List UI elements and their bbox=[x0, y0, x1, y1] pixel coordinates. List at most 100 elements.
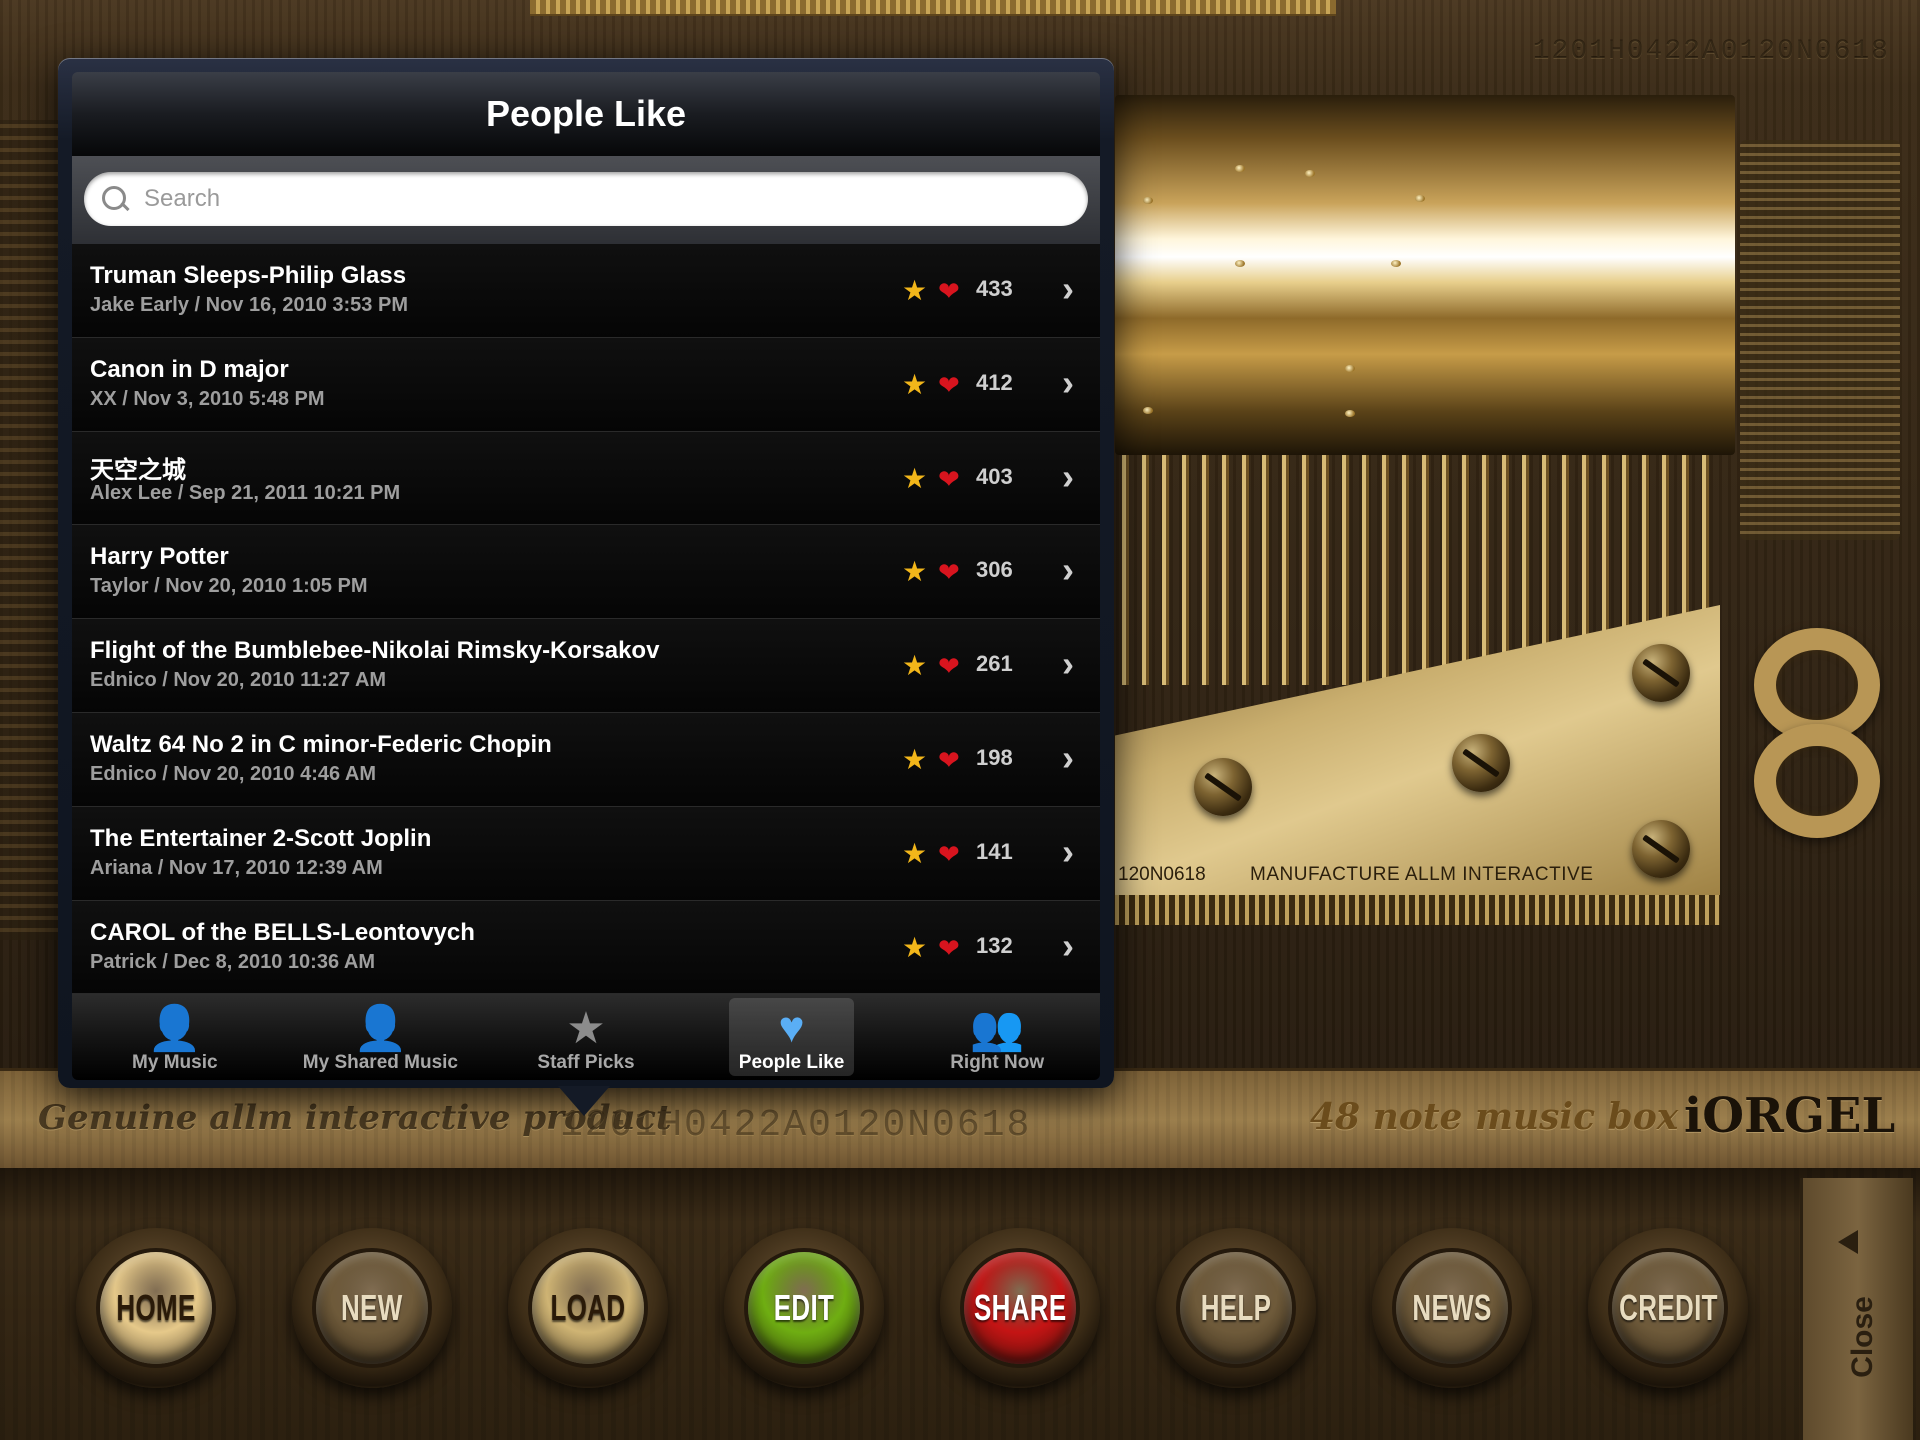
search-input[interactable] bbox=[142, 184, 1046, 214]
tab-people-like[interactable]: ♥ People Like bbox=[689, 994, 895, 1080]
home-button[interactable]: HOME bbox=[76, 1228, 236, 1388]
button-label: SHARE bbox=[973, 1287, 1067, 1328]
heart-icon: ♥ bbox=[778, 1003, 805, 1052]
star-icon: ★ bbox=[902, 556, 928, 588]
people-like-popover: People Like Truman Sleeps-Philip Glass Ja… bbox=[58, 58, 1114, 1088]
share-button[interactable]: SHARE bbox=[940, 1228, 1100, 1388]
chevron-right-icon[interactable]: › bbox=[1062, 549, 1074, 591]
chevron-right-icon[interactable]: › bbox=[1062, 362, 1074, 404]
button-face: CREDIT bbox=[1612, 1252, 1724, 1364]
tab-label: My Music bbox=[132, 1052, 218, 1073]
song-title: 天空之城 bbox=[90, 456, 186, 484]
button-label: NEWS bbox=[1412, 1287, 1492, 1328]
help-button[interactable]: HELP bbox=[1156, 1228, 1316, 1388]
tab-my-shared-music[interactable]: 👤 My Shared Music bbox=[278, 994, 484, 1080]
star-icon: ★ bbox=[902, 462, 928, 494]
button-label: EDIT bbox=[773, 1287, 835, 1328]
right-gear-mechanism bbox=[1740, 140, 1900, 540]
heart-icon: ❤ bbox=[938, 276, 960, 306]
tab-label: People Like bbox=[738, 1052, 845, 1073]
song-title: CAROL of the BELLS-Leontovych bbox=[90, 918, 475, 946]
star-icon: ★ bbox=[902, 275, 928, 306]
heart-icon: ❤ bbox=[938, 744, 960, 775]
top-brass-trim bbox=[530, 0, 1336, 16]
button-label: NEW bbox=[341, 1287, 403, 1328]
note-count-label: 48 note music box bbox=[1310, 1096, 1679, 1138]
button-face: HOME bbox=[100, 1252, 212, 1364]
song-title: Harry Potter bbox=[90, 543, 229, 571]
credit-button[interactable]: CREDIT bbox=[1588, 1228, 1748, 1388]
cylinder-pin bbox=[1235, 260, 1245, 267]
song-title: Truman Sleeps-Philip Glass bbox=[90, 262, 407, 289]
chevron-right-icon[interactable]: › bbox=[1062, 643, 1074, 685]
song-title: The Entertainer 2-Scott Joplin bbox=[90, 824, 432, 852]
new-button[interactable]: NEW bbox=[292, 1228, 452, 1388]
cylinder-pin bbox=[1345, 410, 1355, 417]
song-row[interactable]: Truman Sleeps-Philip Glass Jake Early / N… bbox=[72, 244, 1100, 338]
serial-number-top: 1201H0422A0120N0618 bbox=[1532, 36, 1890, 67]
heart-icon: ❤ bbox=[938, 932, 960, 963]
cylinder-pin bbox=[1415, 195, 1425, 202]
tab-staff-picks[interactable]: ★ Staff Picks bbox=[483, 994, 689, 1080]
screw-icon bbox=[1632, 820, 1690, 878]
button-face: SHARE bbox=[964, 1252, 1076, 1364]
button-label: HELP bbox=[1200, 1287, 1272, 1328]
plate-serial: 120N0618 bbox=[1118, 864, 1206, 885]
like-count: 261 bbox=[976, 651, 1013, 677]
search-icon bbox=[100, 184, 130, 214]
song-row[interactable]: Waltz 64 No 2 in C minor-Federic Chopin E… bbox=[72, 712, 1100, 807]
song-row[interactable]: Harry Potter Taylor / Nov 20, 2010 1:05 P… bbox=[72, 525, 1100, 620]
search-field[interactable] bbox=[84, 172, 1088, 226]
song-meta: Ariana / Nov 17, 2010 12:39 AM bbox=[90, 856, 383, 879]
load-button[interactable]: LOAD bbox=[508, 1228, 668, 1388]
star-icon: ★ bbox=[902, 368, 928, 400]
screw-icon bbox=[1194, 758, 1252, 816]
song-row[interactable]: Flight of the Bumblebee-Nikolai Rimsky-K… bbox=[72, 619, 1100, 713]
like-count: 433 bbox=[976, 276, 1013, 301]
cylinder-pin bbox=[1143, 407, 1153, 414]
close-arrow-icon bbox=[1838, 1230, 1858, 1254]
news-button[interactable]: NEWS bbox=[1372, 1228, 1532, 1388]
song-meta: Alex Lee / Sep 21, 2011 10:21 PM bbox=[90, 481, 401, 504]
heart-icon: ❤ bbox=[938, 557, 960, 588]
tab-right-now[interactable]: 👥 Right Now bbox=[894, 994, 1100, 1080]
star-icon: ★ bbox=[902, 650, 928, 682]
song-meta: Ednico / Nov 20, 2010 4:46 AM bbox=[90, 762, 377, 785]
song-meta: Patrick / Dec 8, 2010 10:36 AM bbox=[90, 950, 375, 973]
brand-logo: iORGEL bbox=[1684, 1088, 1896, 1144]
comb-base bbox=[1115, 895, 1720, 925]
song-row[interactable]: CAROL of the BELLS-Leontovych Patrick / D… bbox=[72, 900, 1100, 994]
cylinder-pin bbox=[1143, 197, 1153, 204]
cylinder-pin bbox=[1305, 170, 1315, 177]
music-box-comb bbox=[1115, 455, 1720, 895]
chevron-right-icon[interactable]: › bbox=[1062, 831, 1074, 873]
chevron-right-icon[interactable]: › bbox=[1062, 737, 1074, 779]
button-face: LOAD bbox=[532, 1252, 644, 1364]
plate-manufacture-text: MANUFACTURE ALLM INTERACTIVE bbox=[1250, 864, 1594, 885]
tab-label: Right Now bbox=[950, 1052, 1045, 1073]
star-icon: ★ bbox=[902, 837, 928, 869]
tab-my-music[interactable]: 👤 My Music bbox=[72, 994, 278, 1080]
popover-arrow bbox=[558, 1086, 610, 1116]
chevron-right-icon[interactable]: › bbox=[1062, 268, 1074, 310]
song-meta: Jake Early / Nov 16, 2010 3:53 PM bbox=[90, 294, 408, 316]
screw-icon bbox=[1452, 734, 1510, 792]
chevron-right-icon[interactable]: › bbox=[1062, 925, 1074, 967]
song-meta: Taylor / Nov 20, 2010 1:05 PM bbox=[90, 575, 368, 598]
music-box-cylinder bbox=[1115, 95, 1735, 455]
like-count: 198 bbox=[976, 744, 1013, 770]
song-row[interactable]: 天空之城 Alex Lee / Sep 21, 2011 10:21 PM ★ ❤ 40… bbox=[72, 431, 1100, 526]
person-icon: 👤 bbox=[147, 1004, 203, 1053]
song-row[interactable]: The Entertainer 2-Scott Joplin Ariana / N… bbox=[72, 806, 1100, 901]
star-icon: ★ bbox=[902, 931, 928, 963]
song-row[interactable]: Canon in D major XX / Nov 3, 2010 5:48 PM… bbox=[72, 337, 1100, 432]
song-meta: XX / Nov 3, 2010 5:48 PM bbox=[90, 387, 325, 410]
chevron-right-icon[interactable]: › bbox=[1062, 456, 1074, 498]
winding-key[interactable] bbox=[1750, 620, 1880, 838]
tab-label: My Shared Music bbox=[302, 1052, 458, 1073]
song-title: Waltz 64 No 2 in C minor-Federic Chopin bbox=[90, 730, 552, 758]
cylinder-pin bbox=[1235, 165, 1245, 172]
edit-button[interactable]: EDIT bbox=[724, 1228, 884, 1388]
button-face: HELP bbox=[1180, 1252, 1292, 1364]
star-icon: ★ bbox=[902, 743, 928, 775]
